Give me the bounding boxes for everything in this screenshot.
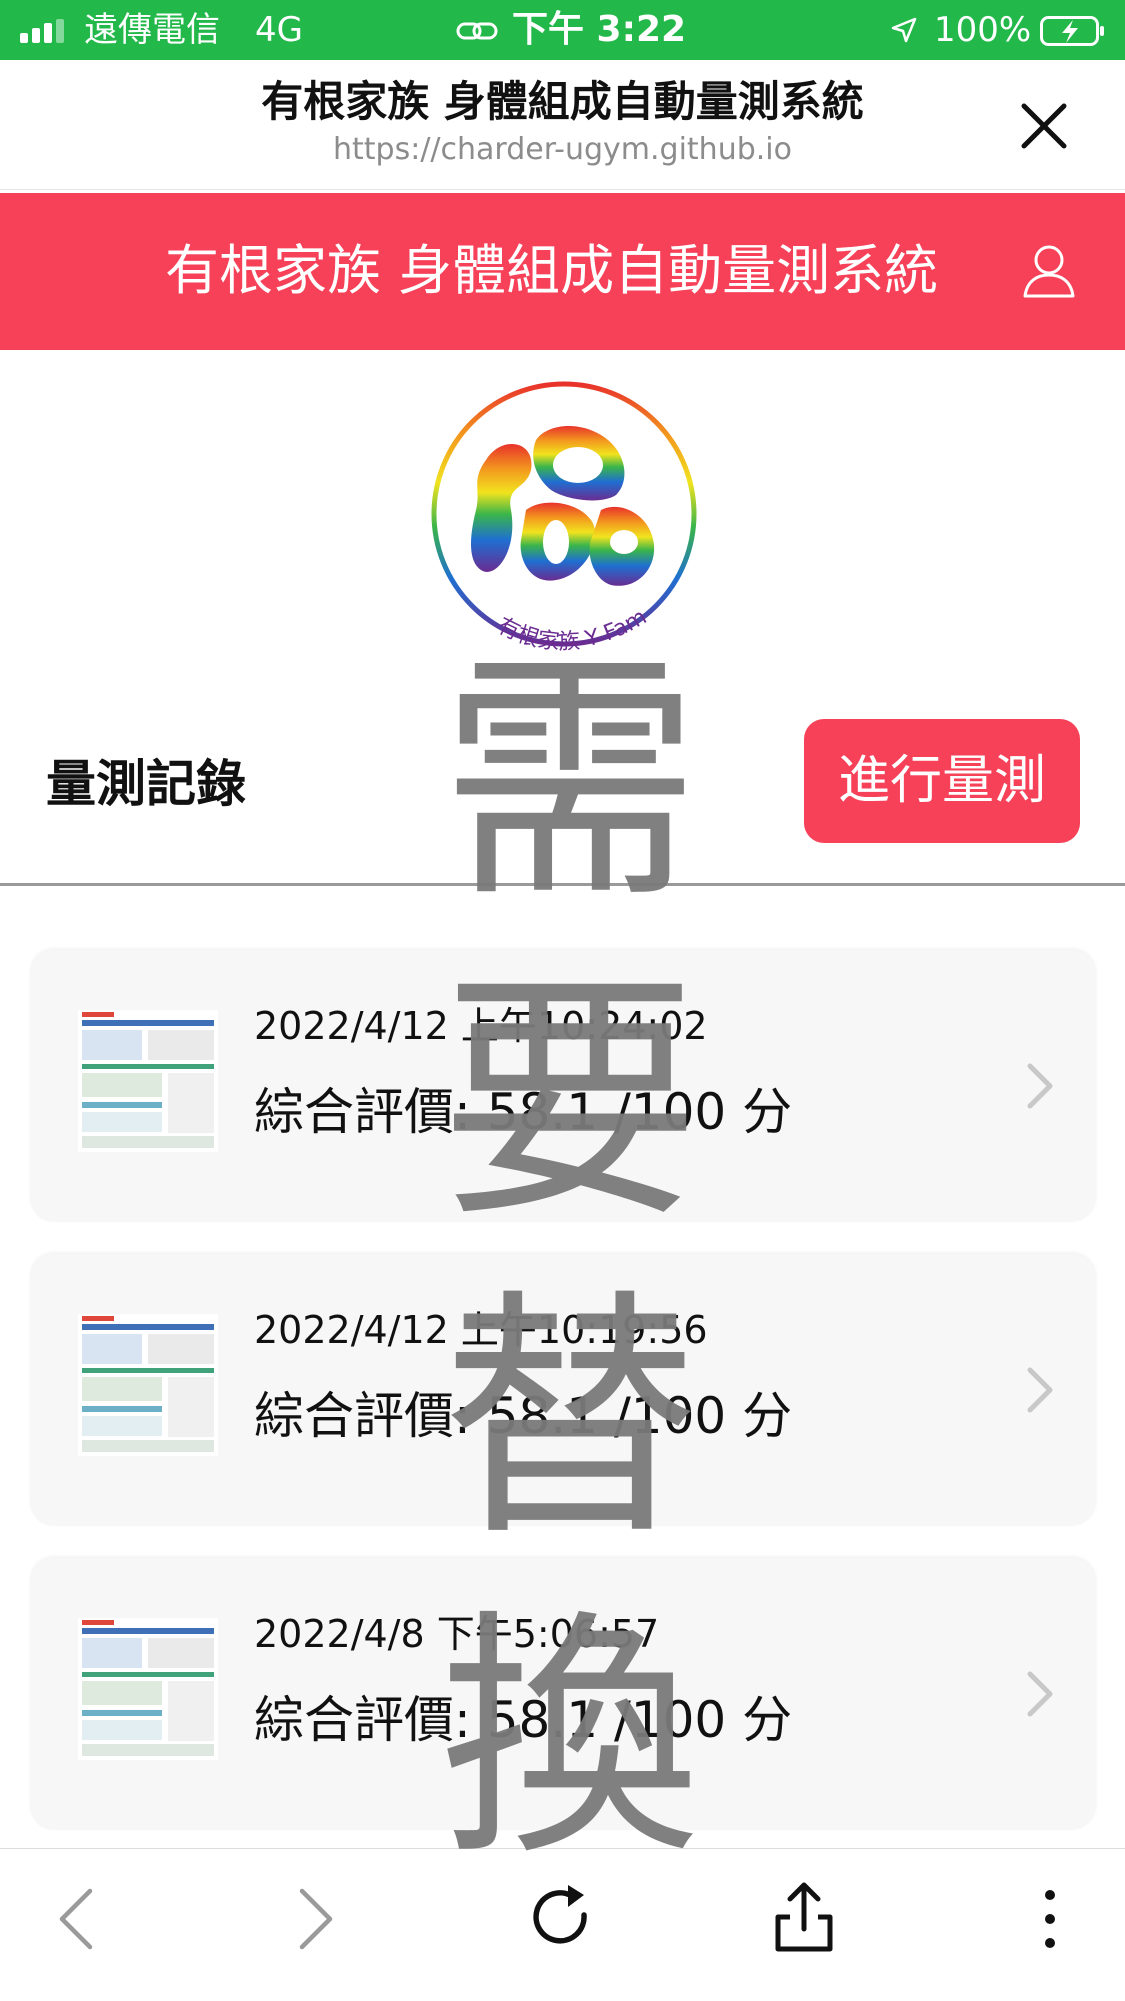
battery-percent: 100% <box>934 10 1032 50</box>
family-logo: 有根家族 Y Family <box>426 380 697 655</box>
chevron-right-icon <box>1027 1671 1053 1717</box>
record-card[interactable]: 2022/4/12 上午10:24:02 綜合評價: 58.1 /100 分 <box>30 950 1096 1222</box>
carrier-label: 遠傳電信 <box>84 10 220 50</box>
report-thumbnail <box>78 1010 218 1152</box>
report-thumbnail <box>78 1314 218 1456</box>
browser-title-bar: 有根家族 身體組成自動量測系統 https://charder-ugym.git… <box>0 60 1125 190</box>
signal-icon <box>20 19 64 43</box>
browser-toolbar <box>0 1848 1125 2001</box>
chevron-right-icon <box>1027 1367 1053 1413</box>
section-divider <box>0 883 1125 886</box>
record-score: 綜合評價: 58.1 /100 分 <box>254 1083 793 1141</box>
user-icon[interactable] <box>1022 243 1076 299</box>
status-bar: 遠傳電信 4G 下午 3:22 100% <box>0 0 1125 60</box>
share-icon[interactable] <box>764 1879 844 1959</box>
close-icon[interactable] <box>1016 98 1072 154</box>
record-score: 綜合評價: 58.1 /100 分 <box>254 1691 793 1749</box>
page-title: 有根家族 身體組成自動量測系統 <box>261 77 864 126</box>
records-title: 量測記錄 <box>46 755 246 813</box>
record-date: 2022/4/12 上午10:19:56 <box>254 1308 708 1352</box>
more-icon[interactable] <box>1010 1879 1090 1959</box>
network-label: 4G <box>255 10 303 50</box>
link-icon <box>456 22 498 40</box>
app-title: 有根家族 身體組成自動量測系統 <box>165 239 939 302</box>
forward-icon[interactable] <box>276 1879 356 1959</box>
app-header: 有根家族 身體組成自動量測系統 <box>0 193 1125 350</box>
battery-charging-icon <box>1040 16 1104 46</box>
start-measure-button[interactable]: 進行量測 <box>804 719 1080 843</box>
reload-icon[interactable] <box>522 1879 602 1959</box>
back-icon[interactable] <box>36 1879 116 1959</box>
record-date: 2022/4/8 下午5:06:57 <box>254 1612 660 1656</box>
record-score: 綜合評價: 58.1 /100 分 <box>254 1387 793 1445</box>
page-url: https://charder-ugym.github.io <box>333 132 792 167</box>
chevron-right-icon <box>1027 1063 1053 1109</box>
watermark-char: 需 <box>440 631 700 933</box>
status-time: 下午 3:22 <box>512 9 687 50</box>
report-thumbnail <box>78 1618 218 1760</box>
location-icon <box>891 17 917 43</box>
record-date: 2022/4/12 上午10:24:02 <box>254 1004 708 1048</box>
record-card[interactable]: 2022/4/8 下午5:06:57 綜合評價: 58.1 /100 分 <box>30 1558 1096 1830</box>
record-card[interactable]: 2022/4/12 上午10:19:56 綜合評價: 58.1 /100 分 <box>30 1254 1096 1526</box>
